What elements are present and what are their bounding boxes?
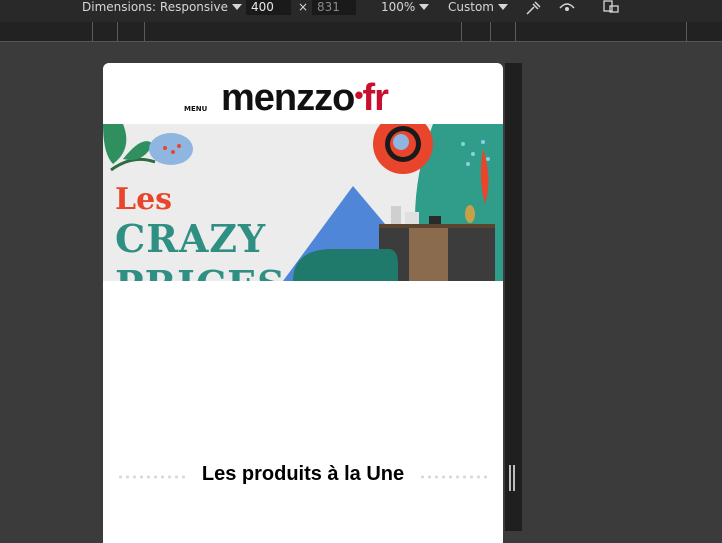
- hero-headline-crazy: CRAZY: [115, 216, 267, 261]
- ruler-mark: [686, 22, 687, 41]
- sensor-icon[interactable]: [558, 0, 576, 14]
- section-divider-right: [419, 475, 491, 479]
- dimension-separator: ×: [298, 0, 309, 14]
- devtools-toolbar: Dimensions: Responsive 400 × 831 100% Cu…: [0, 0, 722, 23]
- ruler-mark: [92, 22, 93, 41]
- ruler-mark: [515, 22, 516, 41]
- zoom-dropdown[interactable]: 100%: [381, 0, 430, 16]
- grip-line: [509, 465, 511, 491]
- zoom-label: 100%: [381, 0, 416, 14]
- resize-handle[interactable]: [509, 465, 517, 491]
- dimensions-dropdown[interactable]: Dimensions: Responsive: [82, 0, 242, 16]
- media-query-ruler: [0, 22, 722, 42]
- throttle-label: Custom: [448, 0, 494, 14]
- eyedropper-icon[interactable]: [524, 0, 542, 16]
- ruler-mark: [461, 22, 462, 41]
- menu-button[interactable]: MENU: [184, 105, 207, 113]
- chevron-down-icon: [497, 4, 508, 10]
- viewport-scrollbar[interactable]: [505, 63, 522, 531]
- height-input[interactable]: 831: [312, 0, 356, 15]
- chevron-down-icon: [419, 4, 430, 10]
- grip-line: [513, 465, 515, 491]
- hero-headline-les: Les: [115, 182, 173, 217]
- width-input[interactable]: 400: [246, 0, 291, 15]
- dimensions-label: Dimensions: Responsive: [82, 0, 228, 14]
- device-viewport: MENU menzzo•fr Les CRAZY Les produits à …: [103, 63, 503, 543]
- chevron-down-icon: [231, 4, 242, 10]
- hero-banner[interactable]: Les CRAZY PRICES: [103, 124, 503, 281]
- rotate-icon[interactable]: [601, 0, 619, 14]
- logo-main: menzzo: [221, 77, 355, 119]
- site-logo[interactable]: menzzo•fr: [221, 77, 389, 120]
- hero-headline-prices: PRICES: [115, 262, 286, 281]
- throttle-dropdown[interactable]: Custom: [448, 0, 508, 16]
- ruler-mark: [144, 22, 145, 41]
- ruler-mark: [490, 22, 491, 41]
- logo-tld: fr: [362, 77, 388, 119]
- site-header: MENU menzzo•fr: [103, 63, 503, 123]
- ruler-mark: [117, 22, 118, 41]
